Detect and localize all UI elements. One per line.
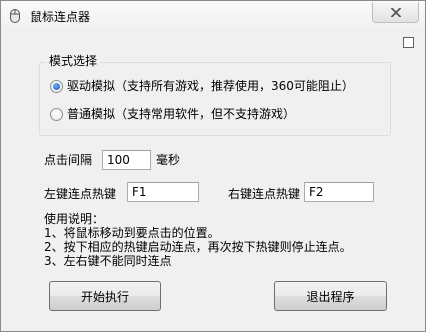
interval-label: 点击间隔 — [44, 153, 93, 167]
app-window: 鼠标连点器 模式选择 驱动模拟（支持所有游戏，推荐使用，360可能阻止） 普通模… — [0, 0, 426, 332]
title-bar: 鼠标连点器 — [1, 1, 425, 32]
close-icon — [390, 7, 401, 17]
mouse-icon — [10, 9, 20, 23]
left-hotkey-input[interactable]: F1 — [127, 182, 199, 202]
radio-button-checked[interactable] — [50, 79, 63, 93]
radio-driver-label: 驱动模拟（支持所有游戏，推荐使用，360可能阻止） — [67, 79, 354, 93]
corner-box — [403, 37, 414, 48]
radio-button-unchecked[interactable] — [50, 107, 63, 121]
instructions-title: 使用说明： — [44, 212, 105, 226]
close-button[interactable] — [372, 2, 419, 23]
instruction-line: 3、左右键不能同时连点 — [44, 254, 172, 268]
instruction-line: 2、按下相应的热键启动连点，再次按下热键则停止连点。 — [44, 240, 352, 254]
start-button[interactable]: 开始执行 — [49, 281, 161, 311]
left-hotkey-label: 左键连点热键 — [44, 187, 117, 201]
right-hotkey-label: 右键连点热键 — [228, 187, 301, 201]
interval-input[interactable]: 100 — [102, 150, 151, 170]
right-hotkey-input[interactable]: F2 — [304, 182, 374, 202]
mode-groupbox — [39, 62, 391, 136]
interval-unit: 毫秒 — [156, 153, 181, 167]
exit-button[interactable]: 退出程序 — [274, 281, 387, 311]
instruction-line: 1、将鼠标移动到要点击的位置。 — [44, 226, 220, 240]
instructions-block: 使用说明： 1、将鼠标移动到要点击的位置。 2、按下相应的热键启动连点，再次按下… — [44, 212, 352, 268]
mode-group-title: 模式选择 — [46, 53, 101, 69]
radio-normal-label: 普通模拟（支持常用软件，但不支持游戏） — [67, 107, 296, 121]
window-title: 鼠标连点器 — [30, 10, 91, 24]
radio-normal-mode[interactable]: 普通模拟（支持常用软件，但不支持游戏） — [50, 106, 295, 122]
radio-driver-mode[interactable]: 驱动模拟（支持所有游戏，推荐使用，360可能阻止） — [50, 78, 354, 94]
